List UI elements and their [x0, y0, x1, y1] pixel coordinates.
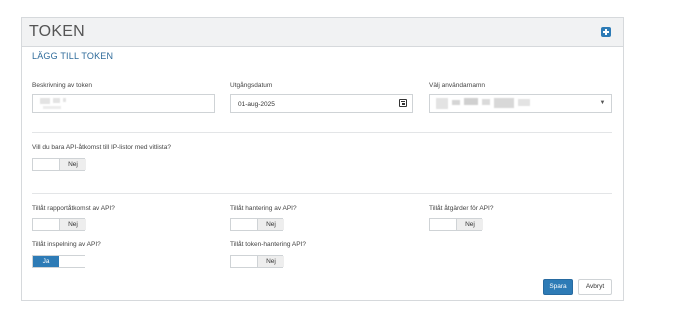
toggle-yes[interactable]: [33, 159, 59, 170]
calendar-icon[interactable]: [399, 99, 407, 107]
redacted-text: [494, 98, 514, 108]
cancel-button[interactable]: Avbryt: [578, 279, 612, 295]
recording-label: Tillåt inspelning av API?: [32, 241, 101, 248]
toggle-no[interactable]: Nej: [59, 219, 86, 230]
token-management-toggle[interactable]: Nej: [230, 255, 284, 268]
description-label: Beskrivning av token: [32, 82, 92, 89]
divider: [32, 132, 612, 133]
actions-label: Tillåt åtgärder för API?: [429, 205, 494, 212]
redacted-text: [40, 98, 50, 104]
username-label: Välj användarnamn: [429, 82, 486, 89]
redacted-text: [482, 99, 490, 105]
toggle-no[interactable]: Nej: [456, 219, 483, 230]
actions-toggle[interactable]: Nej: [429, 218, 483, 231]
ip-whitelist-toggle[interactable]: Nej: [32, 158, 86, 171]
form-heading: LÄGG TILL TOKEN: [32, 51, 114, 61]
redacted-text: [43, 106, 61, 109]
expiry-date-value: 01-aug-2025: [238, 101, 275, 108]
redacted-text: [464, 98, 478, 105]
report-access-label: Tillåt rapportåtkomst av API?: [32, 205, 115, 212]
toggle-yes[interactable]: [33, 219, 59, 230]
toggle-no[interactable]: Nej: [257, 256, 284, 267]
save-button[interactable]: Spara: [543, 279, 573, 295]
description-field[interactable]: [32, 94, 215, 113]
toggle-no[interactable]: Nej: [59, 159, 86, 170]
plus-square-icon[interactable]: [601, 27, 611, 37]
panel-title: TOKEN: [29, 23, 85, 40]
toggle-no[interactable]: [59, 256, 85, 267]
panel-header: TOKEN: [22, 18, 623, 47]
report-access-toggle[interactable]: Nej: [32, 218, 86, 231]
toggle-yes[interactable]: [231, 219, 257, 230]
redacted-text: [452, 100, 460, 105]
expiry-date-field[interactable]: 01-aug-2025: [230, 94, 413, 113]
redacted-text: [518, 99, 530, 106]
username-select[interactable]: ▼: [429, 94, 612, 113]
toggle-no[interactable]: Nej: [257, 219, 284, 230]
toggle-yes[interactable]: Ja: [33, 256, 59, 267]
toggle-yes[interactable]: [231, 256, 257, 267]
recording-toggle[interactable]: Ja: [32, 255, 85, 268]
divider: [32, 193, 612, 194]
expiry-label: Utgångsdatum: [230, 82, 273, 89]
token-management-label: Tillåt token-hantering API?: [230, 241, 306, 248]
token-panel: TOKEN LÄGG TILL TOKEN Beskrivning av tok…: [21, 17, 624, 301]
toggle-yes[interactable]: [430, 219, 456, 230]
management-toggle[interactable]: Nej: [230, 218, 284, 231]
management-label: Tillåt hantering av API?: [230, 205, 297, 212]
ip-whitelist-label: Vill du bara API-åtkomst till IP-listor …: [32, 144, 171, 151]
caret-down-icon[interactable]: ▼: [594, 95, 611, 112]
redacted-text: [53, 98, 60, 103]
redacted-text: [63, 98, 66, 102]
redacted-text: [436, 98, 448, 109]
